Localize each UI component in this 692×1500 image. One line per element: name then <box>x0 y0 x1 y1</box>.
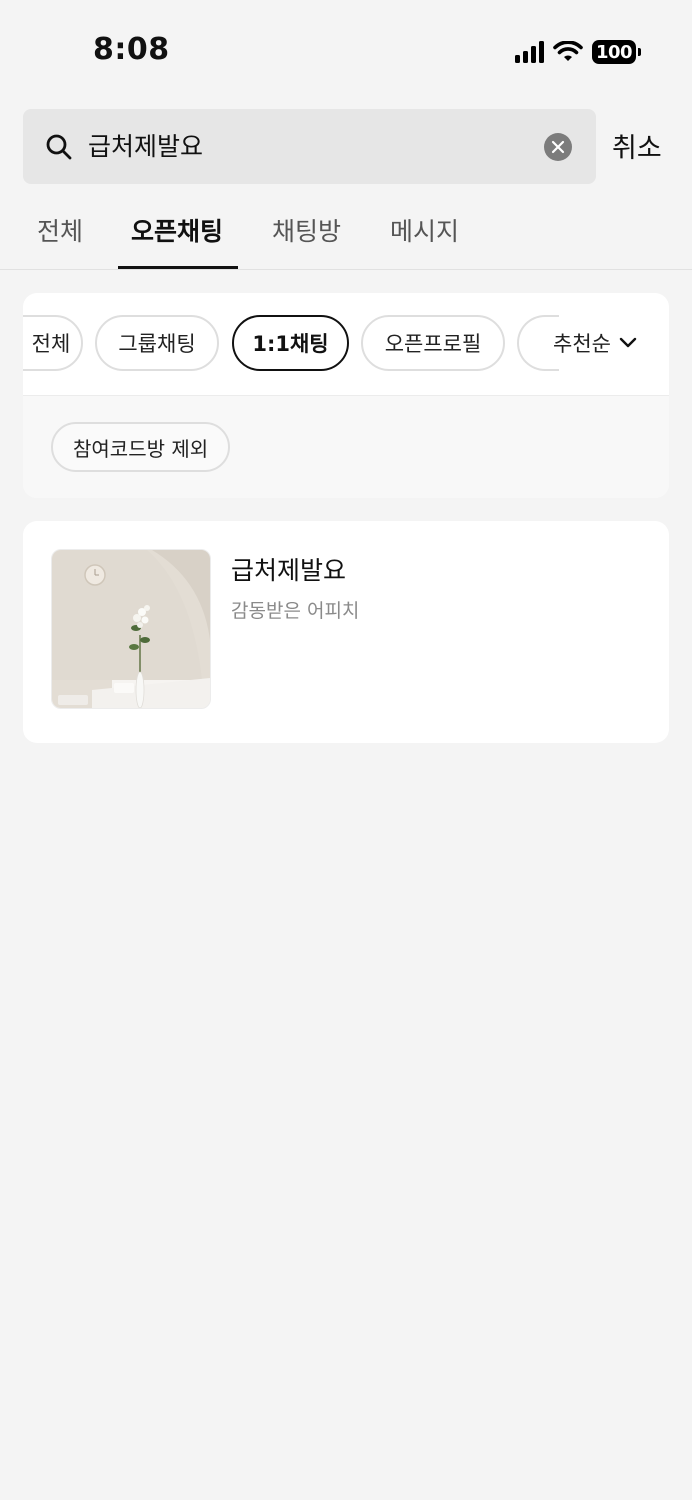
search-field[interactable]: 급처제발요 <box>23 109 596 184</box>
signal-icon <box>515 41 544 63</box>
battery-icon: 100 <box>592 40 641 64</box>
tab-messages[interactable]: 메시지 <box>390 212 459 248</box>
wifi-icon <box>553 41 583 61</box>
status-icons: 100 <box>515 37 641 67</box>
search-icon <box>46 134 72 160</box>
result-title: 급처제발요 <box>231 556 347 585</box>
cancel-button[interactable]: 취소 <box>612 126 662 165</box>
filter-chip-one-on-one[interactable]: 1:1채팅 <box>232 315 349 371</box>
chevron-down-icon <box>619 337 637 348</box>
tabs-divider <box>0 269 692 270</box>
tab-all[interactable]: 전체 <box>37 212 83 248</box>
filter-chip-label: 전체 <box>31 332 71 356</box>
result-subtitle: 감동받은 어피치 <box>231 600 360 622</box>
filter-chip-open-profile[interactable]: 오픈프로필 <box>361 315 505 371</box>
sort-label: 추천순 <box>553 332 611 356</box>
tab-open-chat[interactable]: 오픈채팅 <box>131 212 223 248</box>
tab-chat-rooms[interactable]: 채팅방 <box>272 212 341 248</box>
filter-chip-all[interactable]: 전체 <box>23 315 83 371</box>
status-time: 8:08 <box>93 32 170 67</box>
battery-level: 100 <box>595 41 633 63</box>
clear-search-icon[interactable] <box>544 133 572 161</box>
sort-dropdown[interactable]: 추천순 <box>553 315 637 371</box>
exclude-code-rooms-chip[interactable]: 참여코드방 제외 <box>51 422 231 472</box>
header-area: 8:08 100 급처제발요 취소 전체 오픈채팅 채팅방 메시지 <box>0 0 692 270</box>
result-thumbnail <box>51 549 211 709</box>
filter-card: 전체 그룹채팅 1:1채팅 오픈프로필 추천순 참여코드방 제외 <box>23 293 669 498</box>
search-input[interactable]: 급처제발요 <box>88 109 203 184</box>
result-item[interactable]: 급처제발요 감동받은 어피치 <box>23 521 669 743</box>
filter-chip-group-chat[interactable]: 그룹채팅 <box>95 315 219 371</box>
